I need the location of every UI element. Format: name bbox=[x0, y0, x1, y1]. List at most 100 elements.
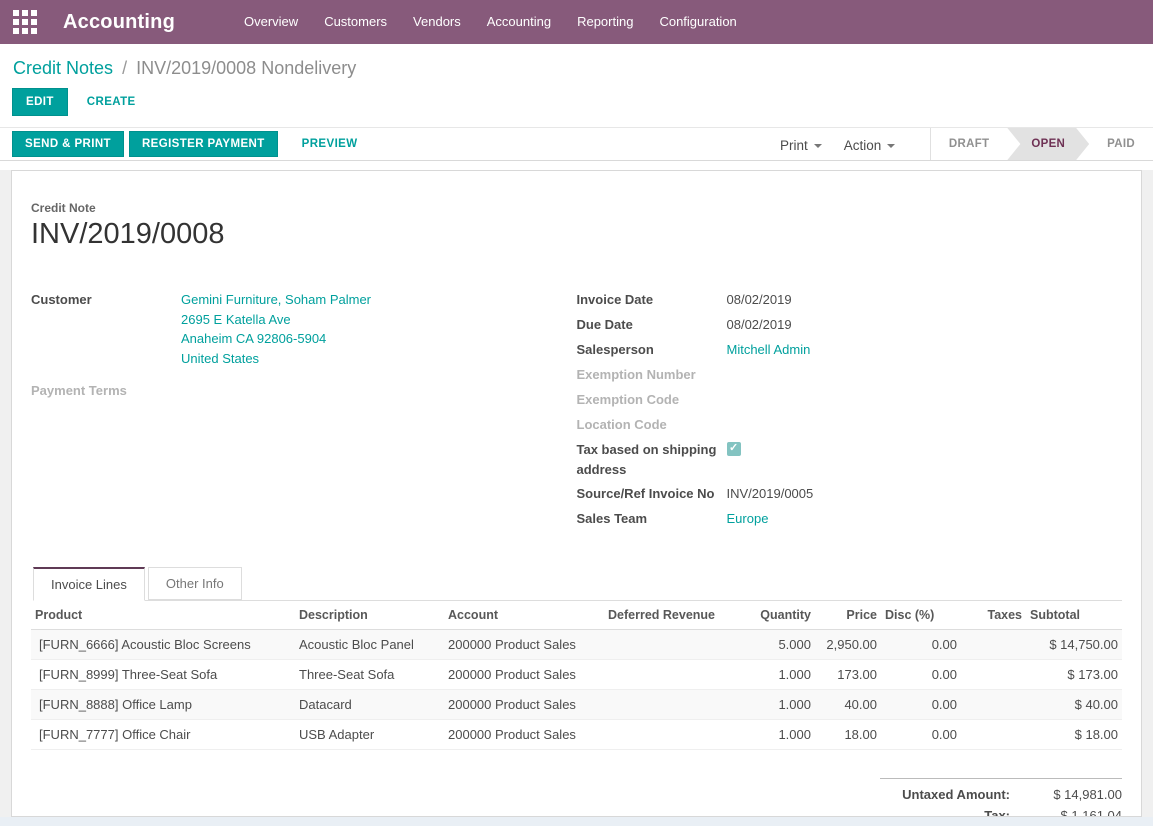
column-header: Deferred Revenue bbox=[601, 601, 719, 629]
create-button[interactable]: CREATE bbox=[73, 88, 150, 116]
column-header: Quantity bbox=[719, 601, 815, 629]
cell-subtotal: $ 40.00 bbox=[1026, 690, 1122, 719]
cell-account: 200000 Product Sales bbox=[444, 630, 601, 659]
cell-price: 18.00 bbox=[815, 720, 881, 749]
tax-shipping-checkbox[interactable] bbox=[727, 442, 741, 456]
breadcrumb-current: INV/2019/0008 Nondelivery bbox=[136, 58, 356, 78]
cell-description: Acoustic Bloc Panel bbox=[295, 630, 444, 659]
column-header: Product bbox=[31, 601, 295, 629]
fields-left-column: Customer Gemini Furniture, Soham Palmer2… bbox=[31, 290, 577, 534]
sales-team-value[interactable]: Europe bbox=[727, 509, 769, 529]
cell-discount: 0.00 bbox=[881, 630, 961, 659]
location-code-label: Location Code bbox=[577, 415, 727, 435]
cell-description: Three-Seat Sofa bbox=[295, 660, 444, 689]
cell-quantity: 1.000 bbox=[719, 690, 815, 719]
table-row[interactable]: [FURN_6666] Acoustic Bloc Screens Acoust… bbox=[31, 630, 1122, 660]
customer-address-line[interactable]: Anaheim CA 92806-5904 bbox=[181, 329, 371, 349]
print-dropdown-label: Print bbox=[780, 138, 808, 153]
notebook-tabs: Invoice Lines Other Info bbox=[33, 567, 1122, 601]
cell-deferred-revenue bbox=[601, 720, 719, 749]
column-header: Account bbox=[444, 601, 601, 629]
action-dropdown[interactable]: Action bbox=[844, 138, 896, 153]
cell-product: [FURN_6666] Acoustic Bloc Screens bbox=[31, 630, 295, 659]
column-header: Subtotal bbox=[1026, 601, 1122, 629]
customer-address-line[interactable]: 2695 E Katella Ave bbox=[181, 310, 371, 330]
fields-right-column: Invoice Date 08/02/2019 Due Date 08/02/2… bbox=[577, 290, 1123, 534]
column-header: Taxes bbox=[961, 601, 1026, 629]
cell-discount: 0.00 bbox=[881, 720, 961, 749]
tab-invoice-lines[interactable]: Invoice Lines bbox=[33, 567, 145, 601]
cell-deferred-revenue bbox=[601, 690, 719, 719]
send-print-button[interactable]: SEND & PRINT bbox=[12, 131, 124, 157]
cell-discount: 0.00 bbox=[881, 690, 961, 719]
cell-description: USB Adapter bbox=[295, 720, 444, 749]
sales-team-label: Sales Team bbox=[577, 509, 727, 529]
cell-product: [FURN_7777] Office Chair bbox=[31, 720, 295, 749]
nav-menu: OverviewCustomersVendorsAccountingReport… bbox=[231, 0, 750, 44]
customer-address-line[interactable]: United States bbox=[181, 349, 371, 369]
cell-quantity: 1.000 bbox=[719, 660, 815, 689]
due-date-value: 08/02/2019 bbox=[727, 315, 792, 335]
cell-deferred-revenue bbox=[601, 660, 719, 689]
nav-menu-item[interactable]: Customers bbox=[311, 0, 400, 44]
cell-account: 200000 Product Sales bbox=[444, 660, 601, 689]
column-header: Price bbox=[815, 601, 881, 629]
cell-product: [FURN_8888] Office Lamp bbox=[31, 690, 295, 719]
cell-description: Datacard bbox=[295, 690, 444, 719]
action-dropdown-label: Action bbox=[844, 138, 882, 153]
due-date-label: Due Date bbox=[577, 315, 727, 335]
table-row[interactable]: [FURN_8999] Three-Seat Sofa Three-Seat S… bbox=[31, 660, 1122, 690]
totals-block: Untaxed Amount: $ 14,981.00 Tax: $ 1,161… bbox=[880, 778, 1122, 817]
cell-price: 40.00 bbox=[815, 690, 881, 719]
document-type-label: Credit Note bbox=[31, 201, 1122, 215]
payment-terms-label: Payment Terms bbox=[31, 381, 181, 401]
caret-down-icon bbox=[814, 144, 822, 148]
nav-menu-item[interactable]: Accounting bbox=[474, 0, 564, 44]
salesperson-label: Salesperson bbox=[577, 340, 727, 360]
cell-taxes bbox=[961, 660, 1026, 689]
tax-shipping-label: Tax based on shipping address bbox=[577, 440, 727, 479]
breadcrumb-parent[interactable]: Credit Notes bbox=[13, 58, 113, 78]
apps-grid-icon[interactable] bbox=[13, 10, 37, 34]
status-pill-draft[interactable]: DRAFT bbox=[931, 128, 1007, 160]
customer-address-line[interactable]: Gemini Furniture, Soham Palmer bbox=[181, 290, 371, 310]
edit-button[interactable]: EDIT bbox=[12, 88, 68, 116]
nav-menu-item[interactable]: Reporting bbox=[564, 0, 646, 44]
cell-subtotal: $ 18.00 bbox=[1026, 720, 1122, 749]
credit-note-sheet: Credit Note INV/2019/0008 Customer Gemin… bbox=[11, 170, 1142, 817]
table-row[interactable]: [FURN_8888] Office Lamp Datacard 200000 … bbox=[31, 690, 1122, 720]
invoice-lines-header: ProductDescriptionAccountDeferred Revenu… bbox=[31, 601, 1122, 630]
cell-product: [FURN_8999] Three-Seat Sofa bbox=[31, 660, 295, 689]
register-payment-button[interactable]: REGISTER PAYMENT bbox=[129, 131, 278, 157]
preview-button[interactable]: PREVIEW bbox=[288, 130, 372, 158]
invoice-lines-table: [FURN_6666] Acoustic Bloc Screens Acoust… bbox=[31, 630, 1122, 750]
app-name[interactable]: Accounting bbox=[63, 11, 175, 34]
column-header: Disc (%) bbox=[881, 601, 961, 629]
nav-menu-item[interactable]: Configuration bbox=[646, 0, 749, 44]
customer-address: Gemini Furniture, Soham Palmer2695 E Kat… bbox=[181, 290, 371, 368]
salesperson-value[interactable]: Mitchell Admin bbox=[727, 340, 811, 360]
untaxed-amount-value: $ 14,981.00 bbox=[1010, 787, 1122, 802]
cell-taxes bbox=[961, 630, 1026, 659]
tab-other-info[interactable]: Other Info bbox=[148, 567, 242, 600]
status-pill-open[interactable]: OPEN bbox=[1007, 128, 1089, 160]
status-pill-paid[interactable]: PAID bbox=[1089, 128, 1153, 160]
cell-account: 200000 Product Sales bbox=[444, 690, 601, 719]
nav-menu-item[interactable]: Overview bbox=[231, 0, 311, 44]
breadcrumb-separator: / bbox=[118, 58, 131, 78]
cell-discount: 0.00 bbox=[881, 660, 961, 689]
table-row[interactable]: [FURN_7777] Office Chair USB Adapter 200… bbox=[31, 720, 1122, 750]
form-statusbar: SEND & PRINT REGISTER PAYMENT PREVIEW DR… bbox=[0, 127, 1153, 161]
print-dropdown[interactable]: Print bbox=[780, 138, 822, 153]
form-view: Credit Note INV/2019/0008 Customer Gemin… bbox=[0, 170, 1153, 826]
invoice-date-label: Invoice Date bbox=[577, 290, 727, 310]
top-navbar: Accounting OverviewCustomersVendorsAccou… bbox=[0, 0, 1153, 44]
cell-subtotal: $ 173.00 bbox=[1026, 660, 1122, 689]
cell-quantity: 5.000 bbox=[719, 630, 815, 659]
column-header: Description bbox=[295, 601, 444, 629]
nav-menu-item[interactable]: Vendors bbox=[400, 0, 474, 44]
tax-label: Tax: bbox=[984, 808, 1010, 817]
source-ref-value: INV/2019/0005 bbox=[727, 484, 814, 504]
document-number: INV/2019/0008 bbox=[31, 218, 1122, 251]
exemption-code-label: Exemption Code bbox=[577, 390, 727, 410]
